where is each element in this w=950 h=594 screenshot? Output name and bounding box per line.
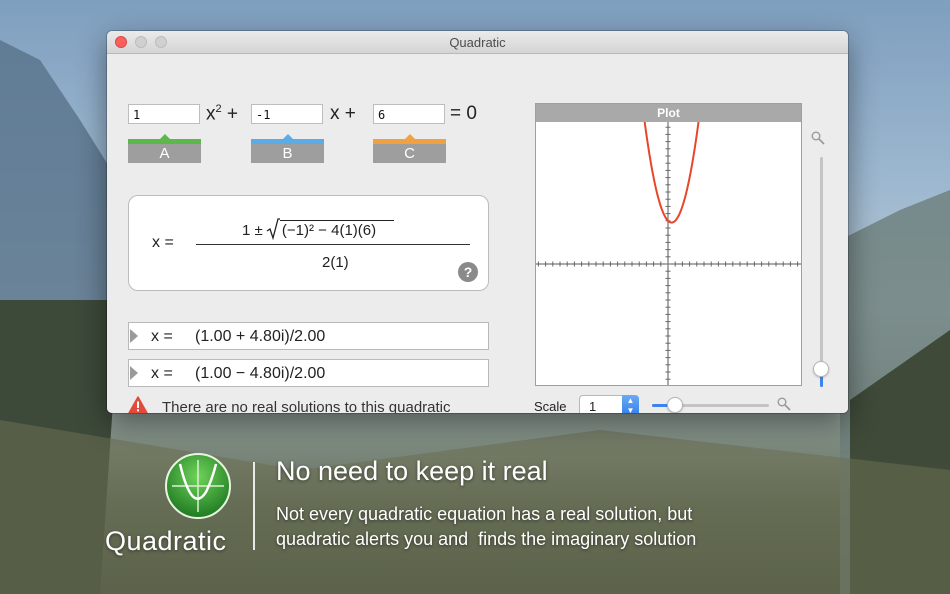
quadratic-formula-panel: x = 1 ± (−1)² − 4(1)(6) 2(1) ?	[128, 195, 489, 291]
title-bar: Quadratic	[107, 31, 848, 54]
plot-header: Plot	[536, 104, 801, 122]
stepper-arrows-icon[interactable]: ▲ ▼	[622, 395, 639, 413]
app-window: Quadratic 1 x2 + -1 x + 6 = 0 A B C x = …	[107, 31, 848, 413]
app-logo-icon	[165, 453, 231, 519]
coefficient-c-field[interactable]: 6	[373, 104, 445, 124]
warning-triangle-icon	[128, 396, 148, 413]
tab-label: A	[159, 145, 170, 162]
coefficient-a-tab[interactable]: A	[128, 134, 201, 163]
radicand: (−1)² − 4(1)(6)	[279, 220, 395, 239]
tab-notch	[283, 134, 293, 139]
window-content: 1 x2 + -1 x + 6 = 0 A B C x = 1 ± (−1)² …	[107, 54, 848, 413]
promo-line-1: Not every quadratic equation has a real …	[276, 504, 693, 524]
fraction-line	[196, 244, 470, 245]
vertical-zoom-slider[interactable]	[813, 157, 829, 387]
x-squared-label: x	[206, 103, 216, 125]
vertical-slider-knob[interactable]	[813, 360, 829, 377]
x-squared-term: x2 +	[206, 103, 238, 125]
horizontal-slider-knob[interactable]	[667, 397, 684, 413]
promo-headline: No need to keep it real	[276, 456, 548, 486]
plot-canvas[interactable]	[536, 122, 801, 385]
plot-panel[interactable]: Plot	[535, 103, 802, 386]
x-label: x	[330, 103, 340, 124]
plus-sign: +	[226, 103, 239, 125]
promo-divider	[253, 462, 255, 550]
scale-label: Scale	[534, 399, 567, 413]
help-button[interactable]: ?	[458, 262, 478, 282]
app-name: Quadratic	[105, 526, 227, 556]
tab-notch	[160, 134, 170, 139]
disclosure-triangle-icon[interactable]	[130, 329, 138, 343]
coefficient-b-field[interactable]: -1	[251, 104, 323, 124]
x-term: x +	[330, 103, 356, 125]
coefficient-a-field[interactable]: 1	[128, 104, 200, 124]
solution-row-1[interactable]: x = (1.00 + 4.80i)/2.00	[128, 322, 489, 350]
scale-stepper[interactable]: 1 ▲ ▼	[579, 395, 639, 413]
promo-line-2: quadratic alerts you and finds the imagi…	[276, 529, 697, 549]
solution-lhs: x =	[151, 328, 173, 345]
solution-lhs: x =	[151, 365, 173, 382]
formula-lhs: x =	[152, 234, 174, 251]
solution-value: (1.00 + 4.80i)/2.00	[195, 328, 326, 345]
solution-row-2[interactable]: x = (1.00 − 4.80i)/2.00	[128, 359, 489, 387]
tab-notch	[405, 134, 415, 139]
exponent-label: 2	[215, 103, 222, 115]
scale-value: 1	[589, 399, 597, 413]
disclosure-triangle-icon[interactable]	[130, 366, 138, 380]
solution-value: (1.00 − 4.80i)/2.00	[195, 365, 326, 382]
formula-numerator: 1 ± (−1)² − 4(1)(6)	[242, 218, 395, 241]
window-title: Quadratic	[449, 35, 506, 50]
zoom-magnifier-icon	[811, 131, 825, 145]
numerator-prefix: 1 ±	[242, 222, 263, 239]
square-root-icon	[266, 218, 280, 241]
no-real-solutions-warning: There are no real solutions to this quad…	[162, 399, 451, 413]
horizontal-zoom-slider[interactable]	[652, 397, 769, 413]
coefficient-b-tab[interactable]: B	[251, 134, 324, 163]
tab-label: B	[282, 145, 293, 162]
zoom-magnifier-icon	[777, 397, 791, 411]
equals-zero: = 0	[450, 103, 477, 124]
tab-label: C	[404, 145, 415, 162]
coefficient-c-tab[interactable]: C	[373, 134, 446, 163]
plus-sign: +	[344, 103, 356, 124]
formula-denominator: 2(1)	[322, 254, 349, 271]
